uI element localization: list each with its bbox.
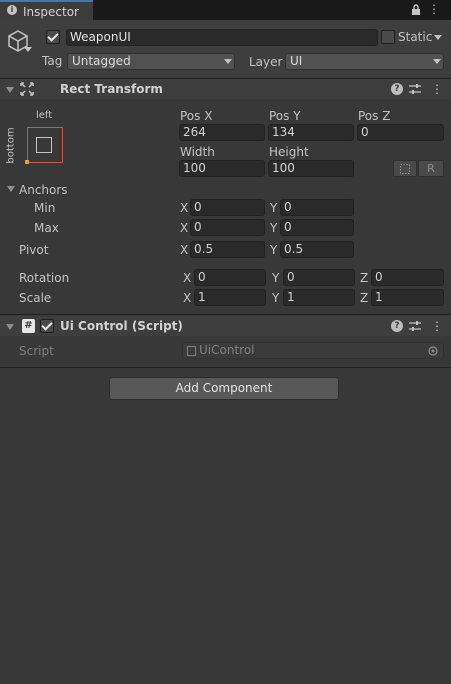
icon-dropdown-arrow-icon[interactable] [24,47,32,53]
script-label: Script [19,344,54,358]
ui-control-foldout-icon[interactable] [6,324,14,330]
rect-transform-icon [20,82,34,96]
scale-x-label: X [183,291,192,305]
scale-x-field[interactable]: 1 [194,289,266,306]
scale-label: Scale [19,291,52,305]
pivot-y-field[interactable]: 0.5 [280,241,354,258]
scale-y-label: Y [272,291,280,305]
object-name-field[interactable]: WeaponUI [66,29,378,46]
width-label: Width [180,145,215,159]
help-icon[interactable]: ? [391,83,403,95]
pivot-x-label: X [180,243,189,257]
lock-icon[interactable] [411,4,421,15]
min-y-label: Y [270,201,278,215]
rotation-z-label: Z [360,271,369,285]
window-menu-icon[interactable]: ⋮ [428,3,440,16]
rect-transform-foldout-icon[interactable] [6,87,14,93]
presets-icon[interactable] [409,83,421,95]
divider [0,367,451,368]
pos-x-label: Pos X [180,109,213,123]
script-asset-icon [187,346,196,356]
pivot-x-field[interactable]: 0.5 [190,241,265,258]
min-x-field[interactable]: 0 [190,199,265,216]
scale-z-label: Z [360,291,369,305]
tag-label: Tag [42,54,63,68]
anchor-preset-top-label: left [36,110,53,121]
pos-z-field[interactable]: 0 [357,124,444,141]
rotation-x-label: X [183,271,192,285]
divider [0,314,451,315]
ui-control-enabled-toggle[interactable] [40,319,54,333]
raw-edit-button[interactable]: R [418,160,444,177]
script-object-field[interactable]: UiControl [182,342,444,359]
tag-value: Untagged [72,54,131,68]
min-x-label: X [180,201,189,215]
component-menu-icon[interactable]: ⋮ [431,320,443,332]
rotation-z-field[interactable]: 0 [371,269,444,286]
max-y-label: Y [270,221,278,235]
pos-z-label: Pos Z [358,109,391,123]
anchor-preset-side-label: bottom [5,127,17,164]
blueprint-mode-button[interactable] [393,160,417,177]
max-x-field[interactable]: 0 [190,219,265,236]
pos-y-field[interactable]: 134 [268,124,354,141]
component-menu-icon[interactable]: ⋮ [431,83,443,95]
script-value: UiControl [199,343,255,357]
pivot-y-label: Y [270,243,278,257]
anchor-preset-rect-icon [36,137,52,153]
pivot-dot-icon [25,160,29,164]
min-label: Min [34,201,56,215]
anchors-label[interactable]: Anchors [19,183,68,197]
tag-chevron-down-icon [224,59,232,64]
tab-label: Inspector [23,5,79,19]
tag-dropdown[interactable]: Untagged [67,53,235,70]
pos-x-field[interactable]: 264 [179,124,265,141]
static-dropdown-arrow-icon[interactable] [434,35,442,40]
object-picker-icon[interactable] [428,346,438,356]
layer-value: UI [290,54,303,68]
help-icon[interactable]: ? [391,320,403,332]
max-y-field[interactable]: 0 [280,219,354,236]
rotation-y-field[interactable]: 0 [283,269,355,286]
pivot-label: Pivot [19,243,49,257]
layer-dropdown[interactable]: UI [285,53,444,70]
layer-label: Layer [249,55,283,69]
static-label[interactable]: Static [398,30,432,44]
script-file-icon: # [22,319,35,333]
max-label: Max [34,221,59,235]
add-component-button[interactable]: Add Component [109,377,339,400]
presets-icon[interactable] [409,320,421,332]
height-label: Height [269,145,309,159]
max-x-label: X [180,221,189,235]
width-field[interactable]: 100 [179,160,265,177]
rotation-label: Rotation [19,271,70,285]
pos-y-label: Pos Y [269,109,301,123]
scale-z-field[interactable]: 1 [371,289,444,306]
rect-transform-title: Rect Transform [60,82,163,96]
layer-chevron-down-icon [433,59,441,64]
height-field[interactable]: 100 [268,160,354,177]
min-y-field[interactable]: 0 [280,199,354,216]
ui-control-title: Ui Control (Script) [60,319,183,333]
rotation-y-label: Y [272,271,280,285]
info-icon: i [7,5,17,15]
anchors-foldout-icon[interactable] [7,186,15,192]
blueprint-icon [400,164,410,174]
tab-inspector[interactable]: i Inspector [0,0,93,20]
static-checkbox[interactable] [381,30,395,44]
scale-y-field[interactable]: 1 [283,289,355,306]
active-toggle[interactable] [46,30,60,44]
rotation-x-field[interactable]: 0 [194,269,266,286]
